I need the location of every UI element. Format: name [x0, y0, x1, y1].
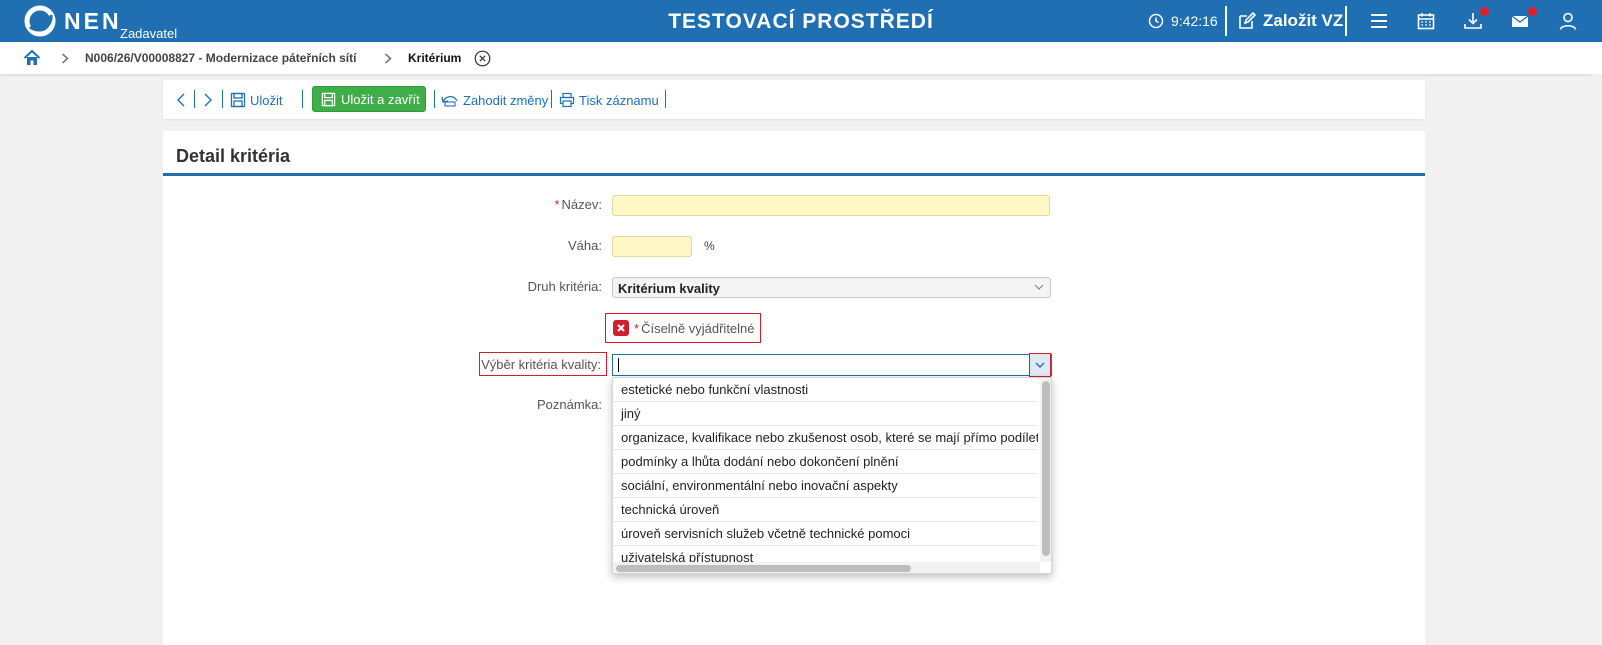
next-icon[interactable] — [203, 92, 213, 108]
option-other[interactable]: jiný — [613, 402, 1038, 426]
weight-label: Váha: — [568, 238, 602, 253]
option-delivery-terms[interactable]: podmínky a lhůta dodání nebo dokončení p… — [613, 450, 1038, 474]
save-icon — [230, 92, 246, 108]
name-input[interactable] — [612, 195, 1050, 216]
chevron-right-icon — [62, 53, 69, 64]
title-underline — [163, 173, 1425, 176]
criterion-type-label: Druh kritéria: — [527, 279, 602, 294]
chevron-down-icon — [1034, 284, 1044, 290]
option-technical-level[interactable]: technická úroveň — [613, 498, 1038, 522]
discard-changes-button[interactable]: Zahodit změny — [441, 88, 548, 112]
chevron-down-icon — [1035, 362, 1045, 368]
option-aesthetic-functional[interactable]: estetické nebo funkční vlastnosti — [613, 378, 1038, 402]
text-caret — [618, 358, 619, 372]
mail-icon[interactable] — [1510, 11, 1530, 31]
criterion-type-select[interactable]: Kritérium kvality — [612, 277, 1051, 298]
page-title: Detail kritéria — [176, 146, 291, 166]
save-and-close-label: Uložit a zavřít — [341, 91, 420, 107]
save-button[interactable]: Uložit — [230, 88, 283, 112]
dropdown-vertical-scrollbar[interactable] — [1040, 378, 1051, 562]
save-and-close-button[interactable]: Uložit a zavřít — [312, 86, 426, 112]
toolbar-divider — [194, 90, 195, 108]
create-tender-button[interactable]: Založit VZ — [1238, 9, 1343, 33]
header-divider — [1225, 6, 1227, 36]
print-icon — [559, 92, 575, 108]
discard-changes-label: Zahodit změny — [463, 92, 549, 108]
save-icon — [321, 92, 336, 106]
environment-title: TESTOVACÍ PROSTŘEDÍ — [668, 10, 934, 33]
scrollbar-thumb[interactable] — [1042, 381, 1050, 556]
session-clock: 9:42:16 — [1171, 13, 1218, 29]
header-divider — [1345, 6, 1347, 36]
note-label: Poznámka: — [536, 397, 602, 412]
mail-notification-dot — [1528, 7, 1537, 16]
toolbar-divider — [222, 90, 223, 108]
quality-criterion-dropdown-button[interactable] — [1029, 353, 1051, 377]
download-notification-dot — [1480, 7, 1489, 16]
toolbar-divider — [434, 90, 435, 108]
criterion-type-value: Kritérium kvality — [618, 281, 720, 296]
save-label: Uložit — [250, 92, 283, 108]
record-toolbar: Uložit Uložit a zavřít Zahodit změny Tis… — [163, 80, 1425, 119]
undo-icon — [441, 95, 458, 107]
numeric-label: * Číselně vyjádřitelné — [634, 321, 755, 336]
home-icon[interactable] — [23, 49, 41, 67]
toolbar-divider — [551, 90, 552, 108]
clock-icon — [1148, 13, 1164, 29]
quality-criterion-input[interactable] — [612, 354, 1052, 376]
weight-unit: % — [704, 239, 715, 253]
page-scrollbar[interactable] — [1591, 74, 1602, 645]
toolbar-divider — [302, 90, 303, 108]
nen-logo-icon[interactable] — [24, 5, 56, 37]
scrollbar-thumb[interactable] — [616, 565, 911, 572]
chevron-right-icon — [385, 53, 392, 64]
menu-icon[interactable] — [1369, 11, 1389, 31]
breadcrumb: N006/26/V00008827 - Modernizace páteřníc… — [0, 42, 1602, 74]
option-staff-qualification[interactable]: organizace, kvalifikace nebo zkušenost o… — [613, 426, 1038, 450]
logo-text: NEN — [64, 8, 122, 34]
name-label: * Název: — [554, 197, 602, 212]
weight-input[interactable] — [612, 236, 692, 257]
print-record-button[interactable]: Tisk záznamu — [559, 88, 659, 112]
option-social-environmental[interactable]: sociální, environmentální nebo inovační … — [613, 474, 1038, 498]
error-x-icon — [613, 320, 629, 336]
required-mark: * — [554, 197, 560, 212]
user-icon[interactable] — [1558, 11, 1578, 31]
quality-criterion-label: Výběr kritéria kvality: — [479, 352, 607, 376]
top-bar: NEN Zadavatel TESTOVACÍ PROSTŘEDÍ 9:42:1… — [0, 0, 1602, 42]
breadcrumb-current: Kritérium — [408, 51, 462, 65]
required-mark: * — [634, 320, 640, 336]
quality-criterion-options: estetické nebo funkční vlastnosti jiný o… — [612, 377, 1052, 574]
dropdown-horizontal-scrollbar[interactable] — [613, 562, 1040, 573]
numeric-label-text: Číselně vyjádřitelné — [641, 320, 755, 336]
previous-icon[interactable] — [176, 92, 186, 108]
close-tab-icon[interactable] — [474, 50, 491, 67]
edit-icon — [1239, 12, 1256, 29]
create-tender-label: Založit VZ — [1263, 11, 1344, 30]
option-service-level[interactable]: úroveň servisních služeb včetně technick… — [613, 522, 1038, 546]
name-label-text: Název: — [561, 197, 602, 212]
print-record-label: Tisk záznamu — [579, 92, 659, 108]
toolbar-divider — [665, 90, 666, 108]
numeric-checkbox[interactable]: * Číselně vyjádřitelné — [605, 313, 761, 343]
calendar-icon[interactable] — [1416, 11, 1436, 31]
logo-subtitle: Zadavatel — [120, 26, 178, 41]
breadcrumb-tender[interactable]: N006/26/V00008827 - Modernizace páteřníc… — [85, 51, 356, 65]
